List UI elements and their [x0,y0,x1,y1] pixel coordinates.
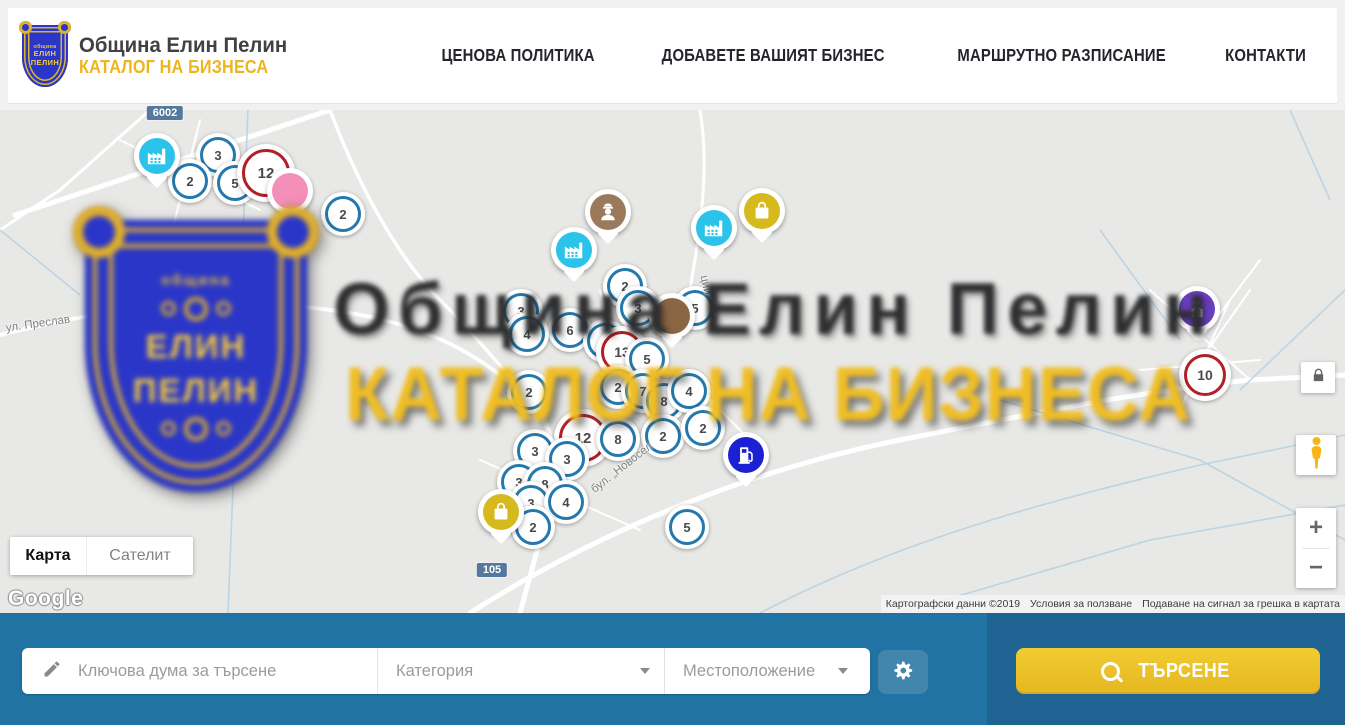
page: община ЕЛИН ПЕЛИН Община Елин Пелин КАТА… [0,0,1345,725]
keyword-input[interactable] [76,661,330,682]
factory-pin-marker[interactable] [691,205,737,251]
cluster-marker[interactable]: 4 [505,312,549,356]
site-subtitle: КАТАЛОГ НА БИЗНЕСА [79,57,272,77]
fuel-pin-marker[interactable] [723,432,769,478]
cluster-marker[interactable]: 2 [681,406,725,450]
map-type-satellite-button[interactable]: Сателит [86,537,193,575]
church-pin-marker[interactable] [1174,286,1220,332]
search-submit-section: ТЪРСЕНЕ [987,613,1345,725]
nav-pricing-policy[interactable]: ЦЕНОВА ПОЛИТИКА [442,45,595,66]
road-label: 105 [477,563,507,577]
search-fields-section: Категория Местоположение [0,613,987,725]
dot-pin-marker[interactable] [267,168,313,214]
site-logo[interactable]: община ЕЛИН ПЕЛИН Община Елин Пелин КАТА… [22,25,294,87]
zoom-in-button[interactable]: + [1296,508,1336,548]
worker-pin-marker[interactable] [585,189,631,235]
cluster-marker[interactable]: 5 [665,505,709,549]
terms-of-use-link[interactable]: Условия за ползване [1025,595,1137,613]
dot-pin-marker[interactable] [649,293,695,339]
chevron-down-icon [838,668,848,674]
attribution-copyright: Картографски данни ©2019 [881,595,1025,613]
factory-pin-marker[interactable] [551,227,597,273]
advanced-settings-button[interactable] [878,650,928,694]
municipality-crest-icon: община ЕЛИН ПЕЛИН [22,25,68,87]
pegman-button[interactable] [1296,435,1336,475]
map-type-map-button[interactable]: Карта [10,537,86,575]
bag-pin-marker[interactable] [478,489,524,535]
search-button[interactable]: ТЪРСЕНЕ [1016,648,1320,694]
report-map-error-link[interactable]: Подаване на сигнал за грешка в картата [1137,595,1345,613]
map-attribution: Картографски данни ©2019 Условия за полз… [881,595,1345,613]
map-type-control: Карта Сателит [10,537,193,575]
site-title: Община Елин Пелин [79,34,287,58]
search-bar: Категория Местоположение ТЪРСЕНЕ [0,613,1345,725]
pegman-icon [1307,436,1326,475]
street-view-lock-button[interactable] [1301,362,1335,393]
zoom-out-button[interactable]: − [1296,549,1336,589]
zoom-control: + − [1296,508,1336,588]
bag-pin-marker[interactable] [739,188,785,234]
location-dropdown[interactable]: Местоположение [665,648,870,694]
lock-icon [1311,368,1326,388]
location-dropdown-label: Местоположение [683,662,815,681]
gear-icon [892,659,915,685]
category-dropdown[interactable]: Категория [378,648,664,694]
chevron-down-icon [640,668,650,674]
pencil-icon [42,659,62,684]
cluster-marker[interactable]: 2 [321,192,365,236]
nav-contacts[interactable]: КОНТАКТИ [1225,45,1306,66]
cluster-marker[interactable]: 2 [507,370,551,414]
logo-text: Община Елин Пелин КАТАЛОГ НА БИЗНЕСА [79,34,294,78]
search-button-label: ТЪРСЕНЕ [1138,659,1229,683]
header: община ЕЛИН ПЕЛИН Община Елин Пелин КАТА… [8,8,1337,104]
google-logo[interactable]: Google [8,587,83,611]
category-dropdown-label: Категория [396,662,473,681]
nav-add-your-business[interactable]: ДОБАВЕТЕ ВАШИЯТ БИЗНЕС [662,45,885,66]
main-nav: ЦЕНОВА ПОЛИТИКА ДОБАВЕТЕ ВАШИЯТ БИЗНЕС М… [428,45,1313,66]
keyword-field[interactable] [22,648,377,694]
nav-route-schedule[interactable]: МАРШРУТНО РАЗПИСАНИЕ [957,45,1165,66]
factory-pin-marker[interactable] [134,133,180,179]
road-label: 6002 [147,106,183,120]
search-fields: Категория Местоположение [22,648,870,694]
search-icon [1101,662,1120,681]
crest-name-line2: ПЕЛИН [31,59,59,68]
cluster-marker[interactable]: 10 [1179,349,1231,401]
